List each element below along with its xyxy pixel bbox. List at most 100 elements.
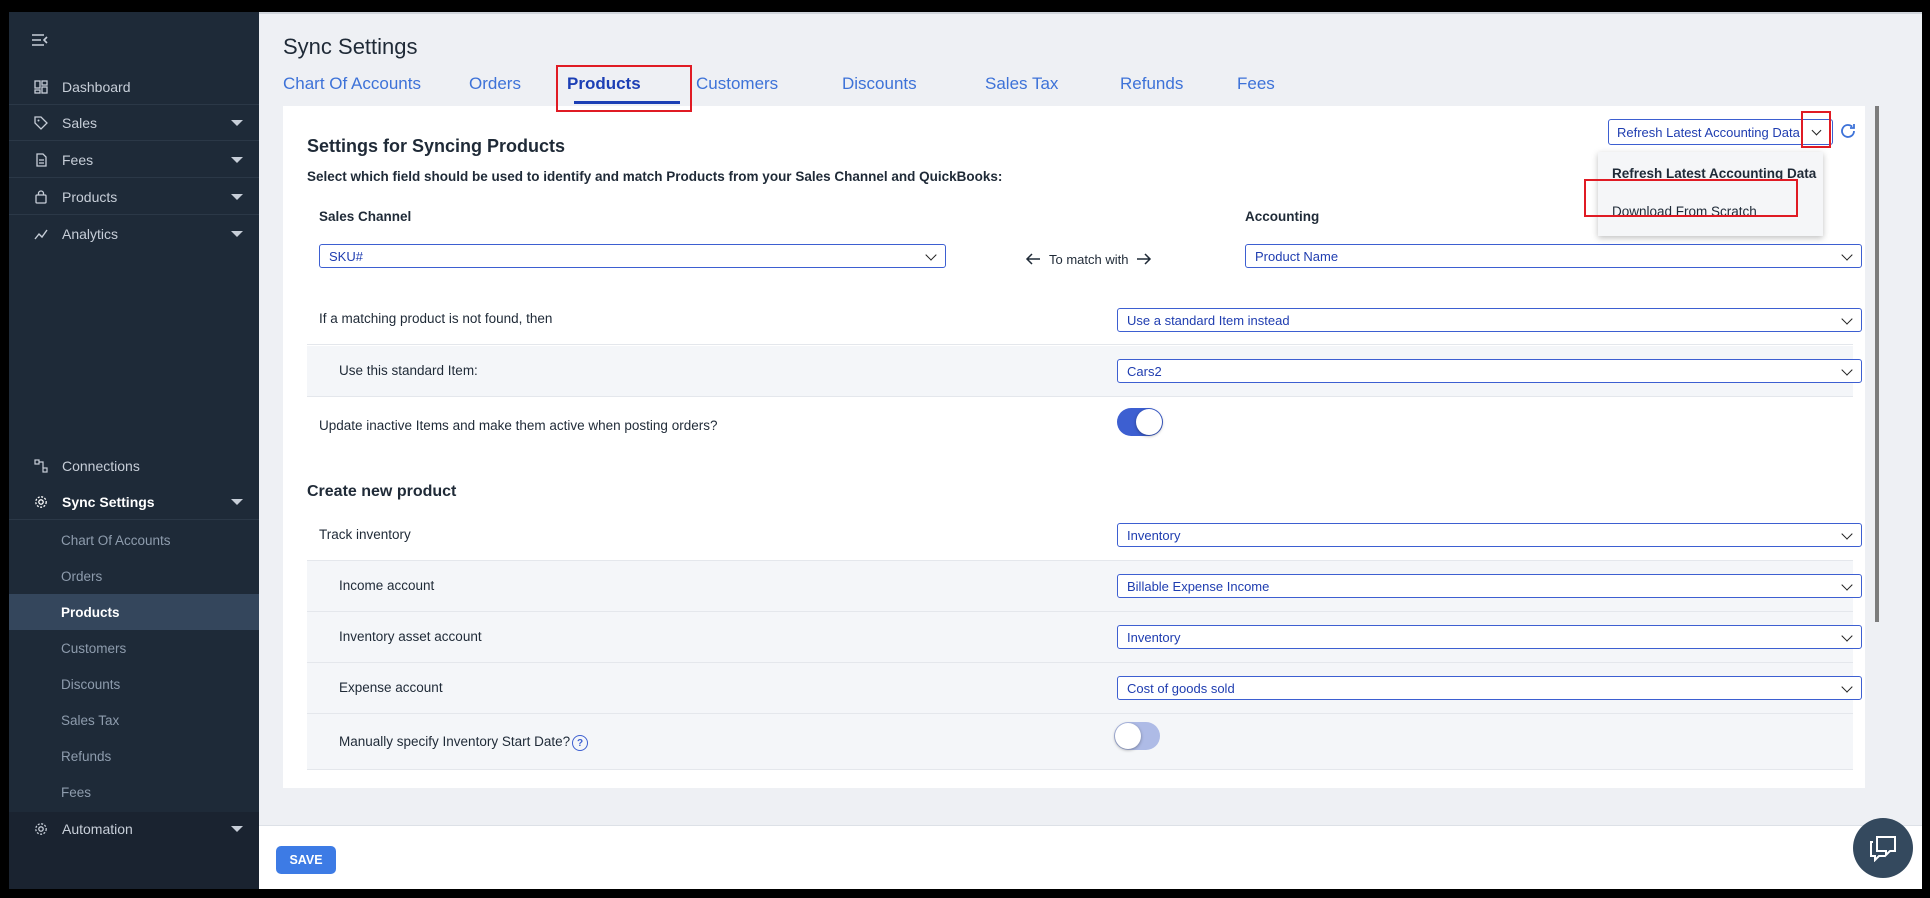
- highlight-box-download-from-scratch: [1584, 179, 1798, 217]
- sidebar-item-sales[interactable]: Sales: [9, 105, 259, 141]
- arrow-left-icon: [1025, 253, 1040, 265]
- highlight-box-refresh-chevron: [1801, 111, 1831, 148]
- gear-icon: [33, 494, 49, 510]
- create-product-heading: Create new product: [307, 483, 457, 500]
- expense-account-select[interactable]: Cost of goods sold: [1117, 676, 1862, 700]
- sales-channel-label: Sales Channel: [319, 209, 412, 224]
- standard-item-label: Use this standard Item:: [339, 363, 478, 378]
- tag-icon: [33, 115, 49, 131]
- lock-bag-icon: [33, 189, 49, 205]
- update-inactive-label: Update inactive Items and make them acti…: [319, 418, 718, 433]
- sidebar-item-label: Connections: [62, 458, 140, 474]
- sidebar-subitem-refunds[interactable]: Refunds: [9, 738, 259, 774]
- sidebar-item-products[interactable]: Products: [9, 179, 259, 215]
- chevron-down-icon: [231, 156, 243, 163]
- accounting-select[interactable]: Product Name: [1245, 244, 1862, 268]
- chevron-down-icon: [1841, 681, 1853, 693]
- match-indicator: To match with: [1025, 249, 1175, 269]
- sidebar-item-label: Analytics: [62, 226, 119, 242]
- settings-subheading: Select which field should be used to ide…: [307, 169, 1003, 184]
- not-found-select[interactable]: Use a standard Item instead: [1117, 308, 1862, 332]
- sidebar-item-label: Dashboard: [62, 78, 131, 95]
- sidebar-subitem-label: Discounts: [61, 676, 121, 692]
- help-icon[interactable]: ?: [572, 735, 588, 751]
- sidebar-item-label: Fees: [62, 151, 94, 168]
- sidebar-subitem-label: Products: [61, 604, 120, 620]
- automation-gear-icon: [33, 821, 49, 837]
- tab-refunds[interactable]: Refunds: [1120, 74, 1183, 94]
- update-inactive-toggle[interactable]: [1117, 408, 1163, 436]
- accounting-label: Accounting: [1245, 209, 1320, 224]
- screen: Dashboard Sales Fees Products Analytics …: [0, 0, 1930, 898]
- sales-channel-select[interactable]: SKU#: [319, 244, 946, 268]
- inventory-asset-label: Inventory asset account: [339, 629, 482, 644]
- tab-fees[interactable]: Fees: [1237, 74, 1275, 94]
- sidebar-subitem-discounts[interactable]: Discounts: [9, 666, 259, 702]
- sidebar-item-dashboard[interactable]: Dashboard: [9, 69, 259, 105]
- tab-sales-tax[interactable]: Sales Tax: [985, 74, 1058, 94]
- chat-button[interactable]: [1853, 818, 1913, 878]
- highlight-box-products-tab: [556, 65, 692, 112]
- inventory-asset-select[interactable]: Inventory: [1117, 625, 1862, 649]
- track-inventory-select[interactable]: Inventory: [1117, 523, 1862, 547]
- row-start-date: Manually specify Inventory Start Date? ?: [307, 714, 1853, 770]
- sidebar-item-fees[interactable]: Fees: [9, 142, 259, 178]
- chevron-down-icon: [1841, 630, 1853, 642]
- track-inventory-select-value: Inventory: [1127, 527, 1181, 543]
- sidebar-subitem-label: Sales Tax: [61, 712, 120, 728]
- settings-heading: Settings for Syncing Products: [307, 136, 566, 156]
- refresh-data-select[interactable]: Refresh Latest Accounting Data: [1608, 119, 1833, 145]
- tab-orders[interactable]: Orders: [469, 74, 521, 94]
- tab-customers[interactable]: Customers: [696, 74, 778, 94]
- dashboard-icon: [33, 79, 49, 95]
- refresh-icon[interactable]: [1839, 122, 1857, 140]
- match-text: To match with: [1049, 251, 1129, 267]
- sidebar-subitem-orders[interactable]: Orders: [9, 558, 259, 594]
- sidebar-collapse-icon[interactable]: [31, 32, 49, 48]
- start-date-label: Manually specify Inventory Start Date?: [339, 734, 571, 749]
- not-found-label: If a matching product is not found, then: [319, 311, 553, 326]
- sidebar-item-sync-settings[interactable]: Sync Settings: [9, 484, 259, 520]
- tab-chart-of-accounts[interactable]: Chart Of Accounts: [283, 74, 421, 94]
- sidebar-item-label: Automation: [62, 821, 133, 837]
- not-found-select-value: Use a standard Item instead: [1127, 312, 1290, 328]
- chevron-down-icon: [231, 498, 243, 505]
- chevron-down-icon: [1841, 364, 1853, 376]
- track-inventory-label: Track inventory: [319, 527, 411, 542]
- income-account-label: Income account: [339, 578, 435, 593]
- sidebar-subitem-label: Customers: [61, 640, 127, 656]
- income-account-select[interactable]: Billable Expense Income: [1117, 574, 1862, 598]
- chevron-down-icon: [1841, 528, 1853, 540]
- expense-account-select-value: Cost of goods sold: [1127, 680, 1235, 696]
- sales-channel-select-value: SKU#: [329, 248, 363, 264]
- standard-item-select[interactable]: Cars2: [1117, 359, 1862, 383]
- sidebar-item-label: Products: [62, 188, 118, 205]
- tab-discounts[interactable]: Discounts: [842, 74, 917, 94]
- toggle-knob: [1136, 409, 1162, 435]
- sidebar-item-automation[interactable]: Automation: [9, 811, 259, 847]
- sidebar-subitem-label: Chart Of Accounts: [61, 532, 171, 548]
- sidebar-subitem-chart-of-accounts[interactable]: Chart Of Accounts: [9, 522, 259, 558]
- sidebar-subitem-sales-tax[interactable]: Sales Tax: [9, 702, 259, 738]
- sidebar-subitem-customers[interactable]: Customers: [9, 630, 259, 666]
- sidebar-subitem-label: Fees: [61, 784, 92, 800]
- row-update-inactive: Update inactive Items and make them acti…: [307, 397, 1853, 455]
- sidebar-item-analytics[interactable]: Analytics: [9, 216, 259, 252]
- sidebar-item-label: Sync Settings: [62, 493, 155, 510]
- start-date-toggle[interactable]: [1114, 722, 1160, 750]
- sidebar-subitem-label: Refunds: [61, 748, 112, 764]
- save-button[interactable]: SAVE: [276, 846, 336, 874]
- page-title: Sync Settings: [283, 34, 418, 59]
- main-content: Sync Settings Chart Of Accounts Orders P…: [259, 12, 1922, 889]
- chat-icon: [1870, 836, 1896, 862]
- sidebar-item-connections[interactable]: Connections: [9, 448, 259, 484]
- scrollbar[interactable]: [1875, 106, 1879, 622]
- footer-bar: SAVE: [259, 825, 1922, 889]
- sidebar-subitem-products[interactable]: Products: [9, 594, 259, 630]
- standard-item-select-value: Cars2: [1127, 363, 1162, 379]
- sidebar-subitem-label: Orders: [61, 568, 103, 584]
- expense-account-label: Expense account: [339, 680, 443, 695]
- sidebar-subitem-fees[interactable]: Fees: [9, 774, 259, 810]
- connections-icon: [33, 458, 49, 474]
- chevron-down-icon: [231, 193, 243, 200]
